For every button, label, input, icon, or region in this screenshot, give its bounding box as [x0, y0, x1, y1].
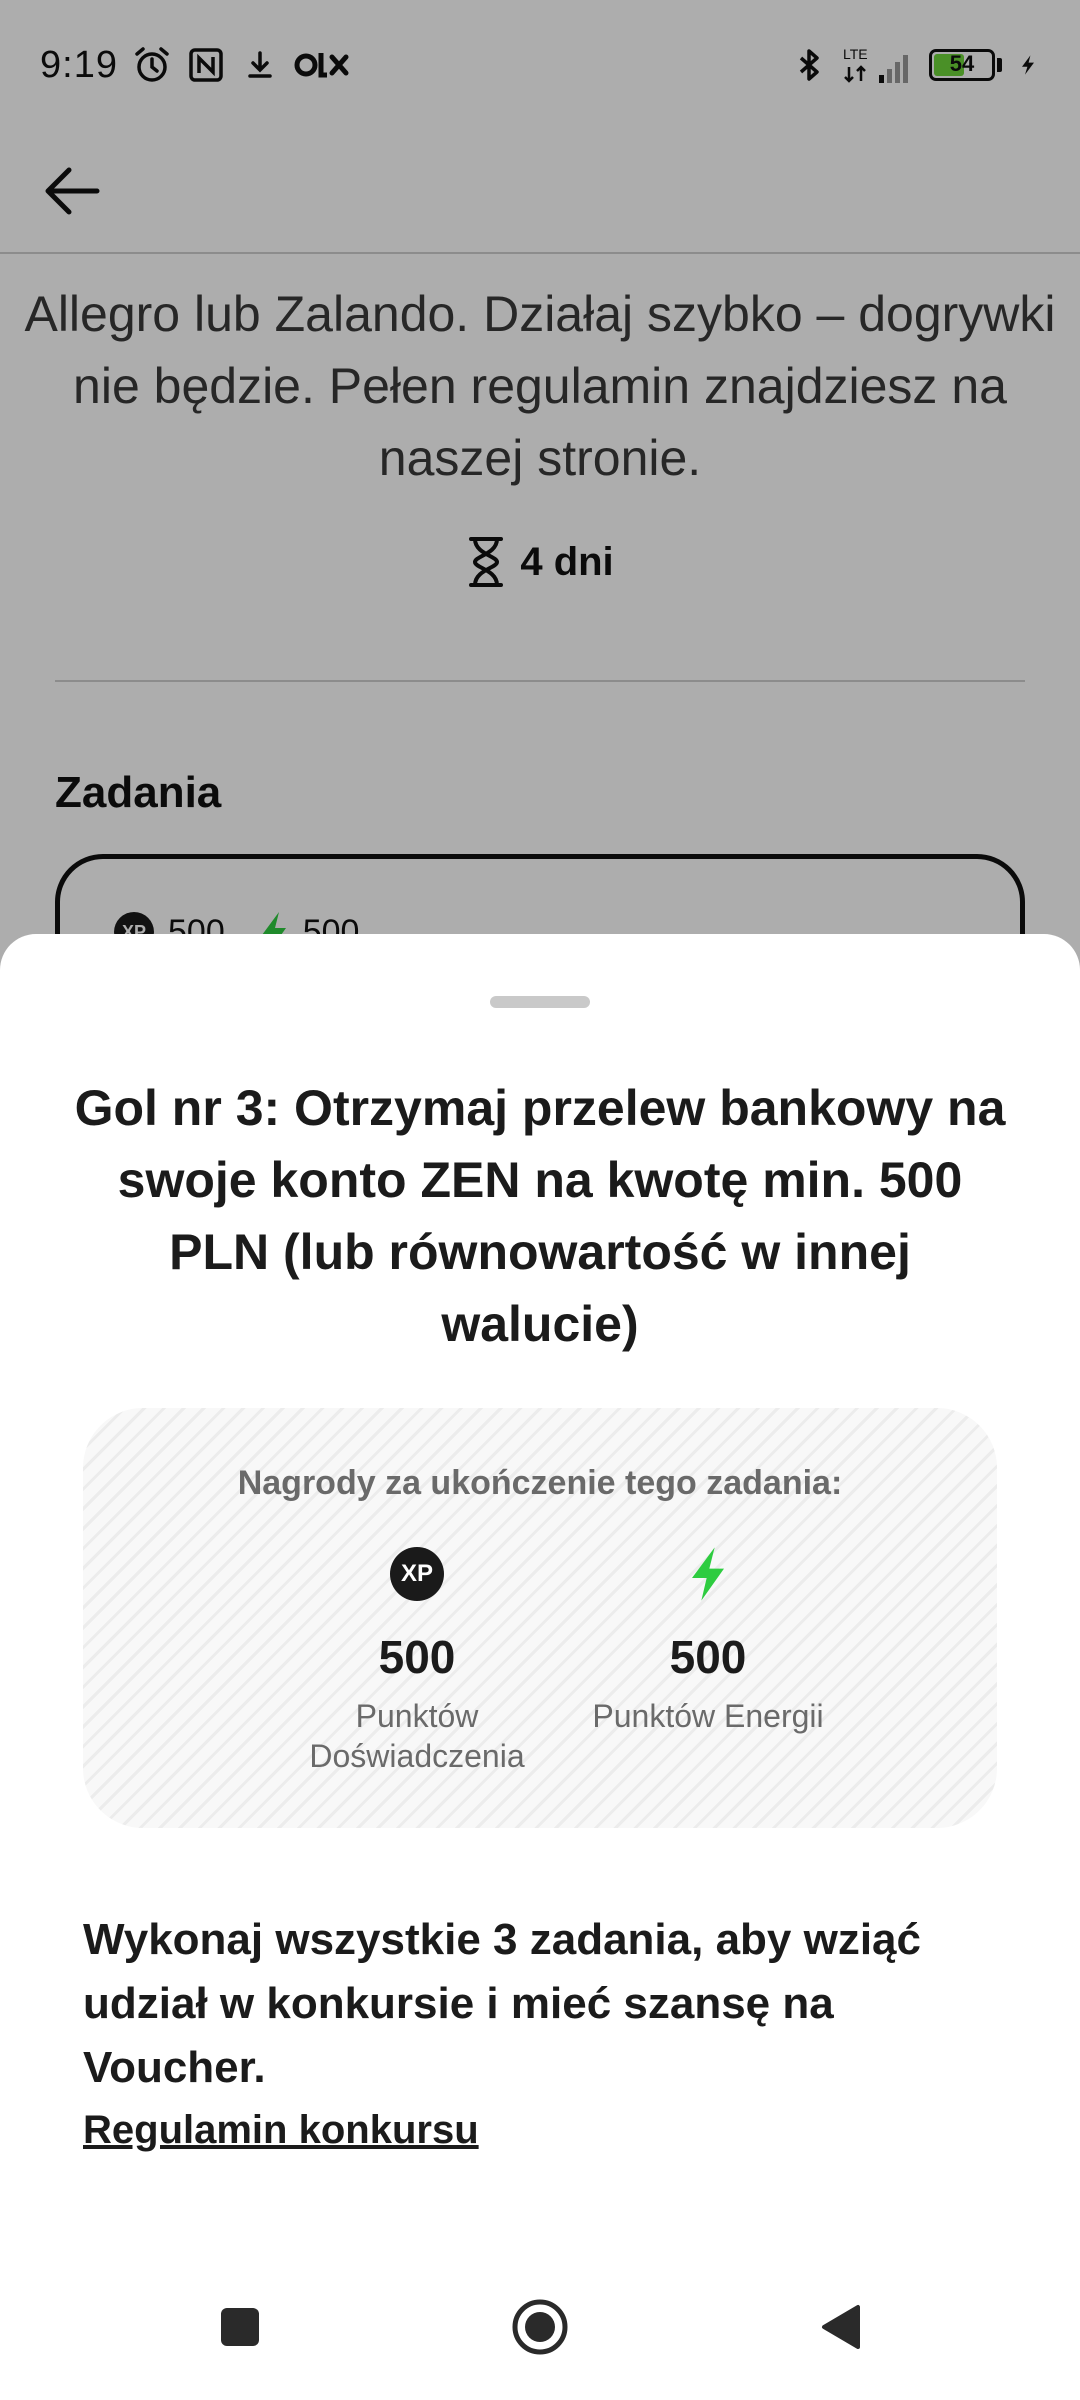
task-title: Gol nr 3: Otrzymaj przelew bankowy na sw… — [74, 1080, 1006, 1352]
reward-energy-label: Punktów Energii — [592, 1698, 824, 1734]
reward-energy-icon-wrap — [568, 1544, 848, 1604]
reward-xp-value: 500 — [378, 1631, 456, 1683]
nav-back-button[interactable] — [800, 2287, 880, 2367]
reward-energy: 500 Punktów Energii — [568, 1544, 848, 1736]
reward-energy-value: 500 — [669, 1631, 747, 1683]
recents-button[interactable] — [200, 2287, 280, 2367]
contest-rules-link[interactable]: Regulamin konkursu — [83, 2108, 479, 2153]
navigation-bar — [0, 2254, 1080, 2400]
lightning-icon — [692, 1547, 724, 1601]
recents-square-icon — [221, 2308, 259, 2346]
home-button[interactable] — [500, 2287, 580, 2367]
xp-icon: XP — [390, 1547, 444, 1601]
rewards-title: Nagrody za ukończenie tego zadania: — [237, 1464, 843, 1502]
back-triangle-icon — [822, 2305, 860, 2349]
reward-xp-icon-wrap: XP — [277, 1544, 557, 1604]
screen: 9:19 LTE 54 Allegro lub Zalando. Działaj… — [0, 0, 1080, 2400]
reward-xp-label: Punktów Doświadczenia — [309, 1698, 525, 1774]
contest-info: Wykonaj wszystkie 3 zadania, aby wziąć u… — [83, 1915, 921, 2092]
rewards-card: Nagrody za ukończenie tego zadania: XP 5… — [83, 1408, 997, 1828]
reward-xp: XP 500 Punktów Doświadczenia — [277, 1544, 557, 1776]
bottom-sheet: Gol nr 3: Otrzymaj przelew bankowy na sw… — [0, 934, 1080, 2400]
drag-handle[interactable] — [490, 996, 590, 1008]
home-circle-icon — [512, 2299, 568, 2355]
